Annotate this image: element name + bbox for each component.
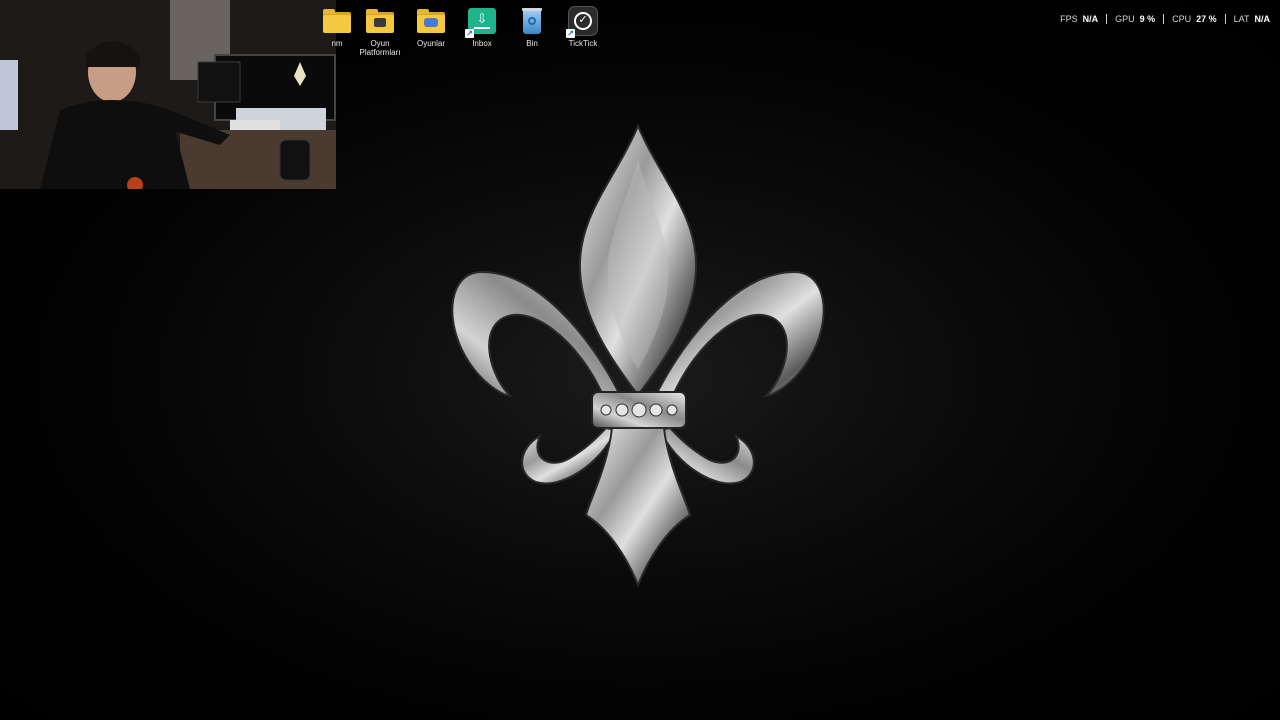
cpu-metric: CPU 27 % — [1163, 14, 1225, 24]
lat-label: LAT — [1233, 14, 1250, 24]
desktop-icon-inbox[interactable]: ⇩ ↗ Inbox — [457, 6, 507, 64]
desktop-icon-bin[interactable]: Bin — [507, 6, 557, 64]
fps-metric: FPS N/A — [1052, 14, 1106, 24]
desktop-icon-ticktick[interactable]: ✓ ↗ TickTick — [558, 6, 608, 64]
shortcut-arrow-icon: ↗ — [465, 29, 474, 38]
folder-icon — [365, 6, 395, 36]
desktop-background: nm Oyun Platformları Oyunlar ⇩ ↗ Inbox B… — [0, 0, 1280, 720]
lat-metric: LAT N/A — [1224, 14, 1271, 24]
folder-icon — [416, 6, 446, 36]
cpu-value: 27 % — [1196, 14, 1217, 24]
performance-overlay: FPS N/A GPU 9 % CPU 27 % LAT N/A — [1052, 12, 1270, 26]
fps-label: FPS — [1060, 14, 1078, 24]
fps-value: N/A — [1082, 14, 1099, 24]
desktop-icon-oyun-platformlari[interactable]: Oyun Platformları — [355, 6, 405, 64]
gpu-label: GPU — [1115, 14, 1135, 24]
gpu-metric: GPU 9 % — [1106, 14, 1163, 24]
lat-value: N/A — [1254, 14, 1271, 24]
desktop-icon-label: Oyunlar — [416, 39, 445, 48]
desktop-icon-label: Oyun Platformları — [359, 39, 401, 57]
desktop-icon-label: Bin — [526, 39, 538, 48]
webcam-scene — [0, 0, 336, 189]
fleur-de-lis-wallpaper — [451, 123, 825, 588]
desktop-icon-label: TickTick — [568, 39, 598, 48]
shortcut-arrow-icon: ↗ — [566, 29, 575, 38]
webcam-overlay — [0, 0, 336, 189]
gpu-value: 9 % — [1139, 14, 1156, 24]
cpu-label: CPU — [1172, 14, 1192, 24]
ticktick-icon: ✓ ↗ — [566, 6, 598, 38]
desktop-icon-label: Inbox — [472, 39, 492, 48]
download-inbox-icon: ⇩ ↗ — [465, 6, 497, 38]
recycle-bin-icon — [517, 6, 547, 36]
desktop-icon-oyunlar[interactable]: Oyunlar — [406, 6, 456, 64]
folder-icon — [322, 6, 352, 36]
